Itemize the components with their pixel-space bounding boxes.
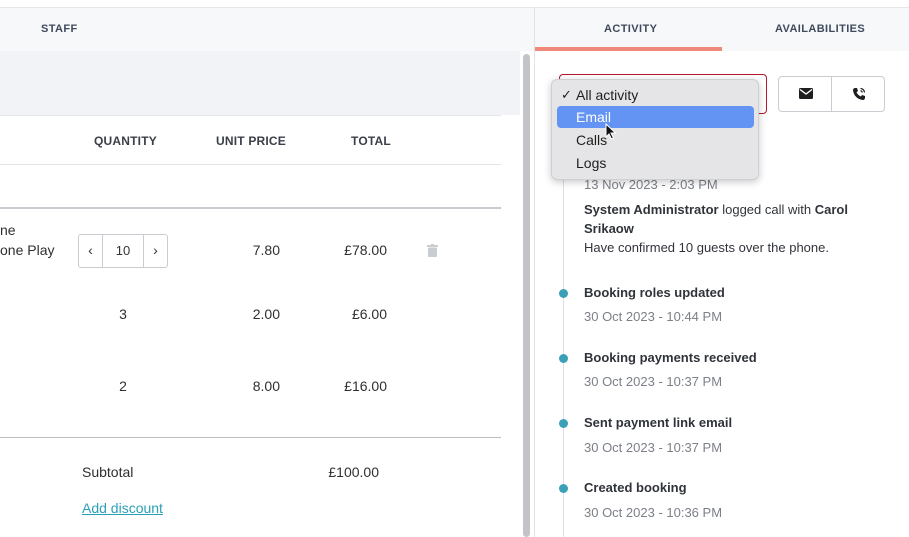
quantity-stepper[interactable]: ‹ 10 › xyxy=(78,234,168,268)
right-tab-bar: ACTIVITY AVAILABILITIES xyxy=(535,8,909,51)
event-time: 30 Oct 2023 - 10:37 PM xyxy=(584,440,723,455)
scrollbar-thumb[interactable] xyxy=(523,54,530,537)
event-time: 30 Oct 2023 - 10:36 PM xyxy=(584,505,723,520)
pane-divider xyxy=(534,8,535,537)
section-header-band xyxy=(0,51,520,115)
item-name-line2: one Play xyxy=(0,242,55,258)
event-target-line2: Srikaow xyxy=(584,221,634,236)
mouse-cursor-icon xyxy=(605,123,617,140)
left-tab-bar: STAFF xyxy=(0,8,534,51)
timeline-dot xyxy=(559,419,568,428)
active-tab-indicator xyxy=(535,47,722,51)
event-actor: System Administrator xyxy=(584,202,719,217)
unit-price-cell: 2.00 xyxy=(252,306,280,322)
checkmark-icon: ✓ xyxy=(561,87,572,102)
dropdown-option-all-activity[interactable]: ✓ All activity xyxy=(557,84,754,106)
quantity-cell: 3 xyxy=(119,306,127,322)
event-target: Carol xyxy=(814,202,848,217)
subtotal-label: Subtotal xyxy=(82,464,134,480)
decrement-button[interactable]: ‹ xyxy=(79,235,103,267)
timeline-dot xyxy=(559,289,568,298)
dropdown-option-calls[interactable]: Calls xyxy=(557,129,754,151)
phone-icon xyxy=(853,87,866,100)
event-time: 30 Oct 2023 - 10:44 PM xyxy=(584,309,723,324)
dropdown-option-email[interactable]: Email xyxy=(557,106,754,128)
activity-filter-dropdown: ✓ All activity Email Calls Logs xyxy=(551,79,759,180)
call-button[interactable] xyxy=(831,76,885,112)
total-cell: £6.00 xyxy=(351,306,387,322)
unit-price-cell: 8.00 xyxy=(252,378,280,394)
top-strip xyxy=(0,0,909,8)
increment-button[interactable]: › xyxy=(143,235,167,267)
event-title: Sent payment link email xyxy=(584,415,733,430)
unit-price-cell: 7.80 xyxy=(252,242,280,258)
tab-activity[interactable]: ACTIVITY xyxy=(604,23,657,35)
table-group-row xyxy=(0,165,501,209)
item-name-line1: ne xyxy=(0,222,16,238)
dropdown-option-logs[interactable]: Logs xyxy=(557,152,754,174)
envelope-icon xyxy=(799,88,813,99)
quantity-value[interactable]: 10 xyxy=(103,235,143,267)
option-label: All activity xyxy=(576,87,639,103)
event-title: Booking roles updated xyxy=(584,285,725,300)
option-label: Calls xyxy=(576,132,608,148)
quantity-cell: 2 xyxy=(119,378,127,394)
email-button[interactable] xyxy=(778,76,832,112)
header-unit-price: UNIT PRICE xyxy=(216,134,287,148)
header-total: TOTAL xyxy=(351,134,391,148)
event-title: Booking payments received xyxy=(584,350,757,365)
event-call-description: System Administrator logged call with Ca… xyxy=(584,200,884,257)
tab-availabilities[interactable]: AVAILABILITIES xyxy=(775,23,865,35)
header-quantity: QUANTITY xyxy=(94,134,157,148)
event-action: logged call with xyxy=(718,202,815,217)
trash-icon[interactable] xyxy=(427,244,438,257)
timeline-dot xyxy=(559,484,568,493)
add-discount-link[interactable]: Add discount xyxy=(82,500,163,516)
event-note: Have confirmed 10 guests over the phone. xyxy=(584,240,829,255)
subtotal-value: £100.00 xyxy=(328,464,379,480)
summary-divider xyxy=(0,437,501,438)
tab-staff[interactable]: STAFF xyxy=(41,23,78,35)
option-label: Logs xyxy=(576,155,607,171)
total-cell: £16.00 xyxy=(344,378,387,394)
event-time: 30 Oct 2023 - 10:37 PM xyxy=(584,374,723,389)
total-cell: £78.00 xyxy=(344,242,387,258)
event-title: Created booking xyxy=(584,480,687,495)
timeline-dot xyxy=(559,354,568,363)
table-header: QUANTITY UNIT PRICE TOTAL xyxy=(0,115,501,165)
